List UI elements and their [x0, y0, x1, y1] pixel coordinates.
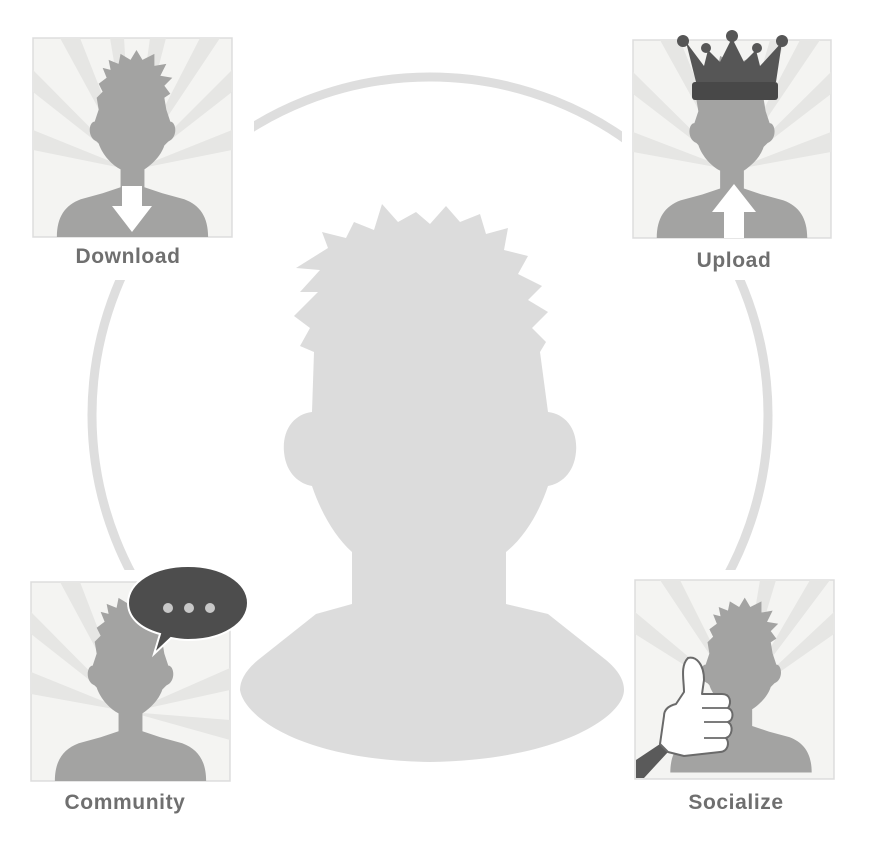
download-label[interactable]: Download	[28, 245, 228, 269]
center-user-silhouette	[240, 204, 624, 762]
upload-label[interactable]: Upload	[634, 249, 834, 273]
user-cycle-diagram	[24, 30, 854, 820]
community-tile[interactable]	[30, 564, 250, 782]
upload-tile[interactable]	[632, 30, 832, 239]
socialize-tile[interactable]	[634, 579, 835, 780]
download-tile[interactable]	[32, 37, 233, 238]
socialize-label[interactable]: Socialize	[636, 791, 836, 815]
community-label[interactable]: Community	[25, 791, 225, 815]
